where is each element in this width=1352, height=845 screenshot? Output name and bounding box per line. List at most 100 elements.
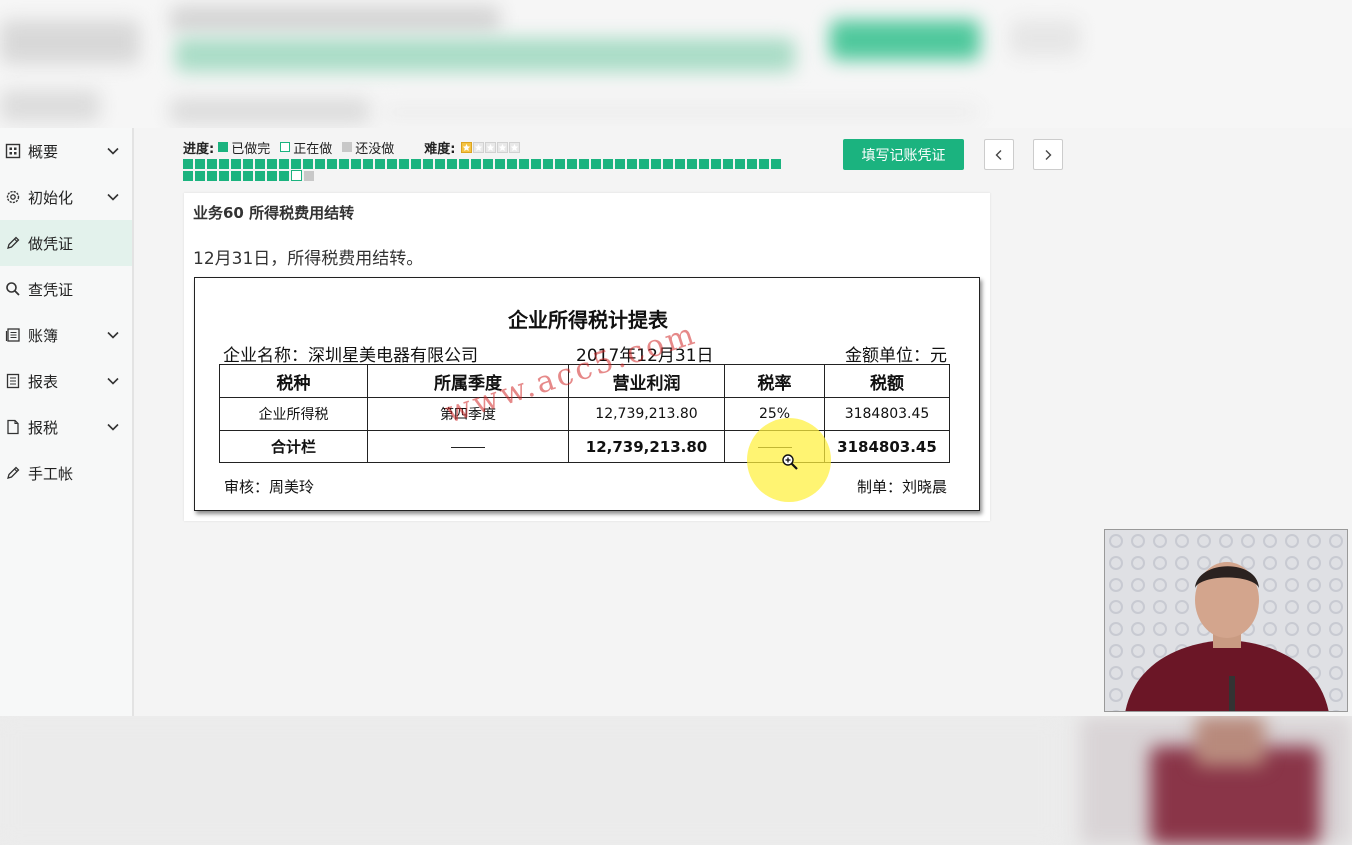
progress-cell-done[interactable] [243, 171, 253, 181]
total-quarter-cell [367, 430, 569, 463]
progress-cell-done[interactable] [219, 159, 229, 169]
form-reviewer: 审核：周美玲 [224, 478, 315, 496]
progress-cell-done[interactable] [519, 159, 529, 169]
sidebar-item-manual-ledger[interactable]: 手工帐 [0, 450, 132, 496]
quarter-cell: 第四季度 [367, 397, 569, 431]
sidebar-item-reports[interactable]: 报表 [0, 358, 132, 404]
progress-cell-done[interactable] [375, 159, 385, 169]
table-row: 企业所得税 第四季度 12,739,213.80 25% 3184803.45 [219, 397, 950, 431]
progress-cell-done[interactable] [735, 159, 745, 169]
sidebar-item-label: 做凭证 [28, 234, 74, 253]
total-tax-cell: 3184803.45 [824, 430, 950, 463]
progress-cell-done[interactable] [687, 159, 697, 169]
progress-cell-done[interactable] [615, 159, 625, 169]
progress-cell-done[interactable] [267, 171, 277, 181]
progress-cell-done[interactable] [423, 159, 433, 169]
sidebar-item-tax-filing[interactable]: 报税 [0, 404, 132, 450]
progress-cell-done[interactable] [663, 159, 673, 169]
column-header: 营业利润 [568, 364, 725, 398]
instructor-video [1104, 529, 1348, 712]
sidebar-item-make-voucher[interactable]: 做凭证 [0, 220, 132, 266]
progress-label: 进度: [183, 141, 215, 157]
progress-cell-done[interactable] [675, 159, 685, 169]
progress-cell-done[interactable] [471, 159, 481, 169]
progress-cell-done[interactable] [495, 159, 505, 169]
progress-cell-done[interactable] [399, 159, 409, 169]
progress-cell-done[interactable] [603, 159, 613, 169]
progress-cell-done[interactable] [639, 159, 649, 169]
progress-cell-done[interactable] [387, 159, 397, 169]
progress-cell-done[interactable] [207, 171, 217, 181]
progress-cell-done[interactable] [591, 159, 601, 169]
progress-cell-done[interactable] [183, 159, 193, 169]
progress-cell-done[interactable] [243, 159, 253, 169]
progress-cell-done[interactable] [711, 159, 721, 169]
progress-cell-done[interactable] [267, 159, 277, 169]
report-icon [4, 372, 22, 390]
progress-cell-done[interactable] [291, 159, 301, 169]
sidebar-item-view-voucher[interactable]: 查凭证 [0, 266, 132, 312]
progress-cell-done[interactable] [723, 159, 733, 169]
legend-doing: 正在做 [280, 138, 332, 157]
progress-row [183, 170, 793, 181]
progress-cell-done[interactable] [279, 171, 289, 181]
pen-icon [4, 464, 22, 482]
progress-cell-todo[interactable] [304, 171, 314, 181]
progress-cell-done[interactable] [543, 159, 553, 169]
progress-cell-done[interactable] [351, 159, 361, 169]
progress-cell-done[interactable] [483, 159, 493, 169]
progress-cell-done[interactable] [459, 159, 469, 169]
sidebar-item-label: 报税 [28, 418, 59, 437]
progress-cell-done[interactable] [195, 159, 205, 169]
chevron-down-icon [107, 377, 119, 385]
fill-voucher-button[interactable]: 填写记账凭证 [843, 139, 964, 170]
progress-cell-done[interactable] [363, 159, 373, 169]
legend-todo: 还没做 [342, 138, 394, 157]
next-button[interactable] [1033, 139, 1063, 170]
sidebar-item-overview[interactable]: 概要 [0, 128, 132, 174]
blurred-header [0, 0, 1352, 128]
progress-cell-done[interactable] [531, 159, 541, 169]
table-header-row: 税种 所属季度 营业利润 税率 税额 [219, 364, 950, 398]
column-header: 税额 [824, 364, 950, 398]
progress-cell-done[interactable] [699, 159, 709, 169]
progress-cell-done[interactable] [279, 159, 289, 169]
progress-cell-done[interactable] [411, 159, 421, 169]
dash-mark [757, 446, 792, 448]
progress-cell-done[interactable] [195, 171, 205, 181]
chevron-down-icon [107, 423, 119, 431]
sidebar-item-ledger[interactable]: 账簿 [0, 312, 132, 358]
progress-cell-current[interactable] [291, 170, 302, 181]
progress-cell-done[interactable] [747, 159, 757, 169]
progress-cell-done[interactable] [579, 159, 589, 169]
progress-cell-done[interactable] [231, 171, 241, 181]
progress-row [183, 159, 793, 169]
prev-button[interactable] [984, 139, 1014, 170]
progress-cell-done[interactable] [207, 159, 217, 169]
progress-cell-done[interactable] [231, 159, 241, 169]
progress-cell-done[interactable] [567, 159, 577, 169]
sidebar-item-label: 账簿 [28, 326, 59, 345]
progress-cell-done[interactable] [327, 159, 337, 169]
total-label-cell: 合计栏 [219, 430, 368, 463]
progress-cell-done[interactable] [339, 159, 349, 169]
progress-cell-done[interactable] [315, 159, 325, 169]
chevron-down-icon [107, 193, 119, 201]
progress-cell-done[interactable] [435, 159, 445, 169]
form-title: 企业所得税计提表 [508, 308, 668, 332]
progress-cell-done[interactable] [447, 159, 457, 169]
progress-cell-done[interactable] [303, 159, 313, 169]
progress-cell-done[interactable] [219, 171, 229, 181]
progress-cell-done[interactable] [759, 159, 769, 169]
progress-cell-done[interactable] [255, 171, 265, 181]
progress-cell-done[interactable] [651, 159, 661, 169]
task-description: 12月31日，所得税费用结转。 [193, 249, 424, 269]
progress-cell-done[interactable] [507, 159, 517, 169]
progress-cell-done[interactable] [183, 171, 193, 181]
progress-cell-done[interactable] [627, 159, 637, 169]
progress-cell-done[interactable] [555, 159, 565, 169]
progress-cell-done[interactable] [255, 159, 265, 169]
todo-square-icon [342, 142, 353, 152]
sidebar-item-initialize[interactable]: 初始化 [0, 174, 132, 220]
progress-cell-done[interactable] [771, 159, 781, 169]
